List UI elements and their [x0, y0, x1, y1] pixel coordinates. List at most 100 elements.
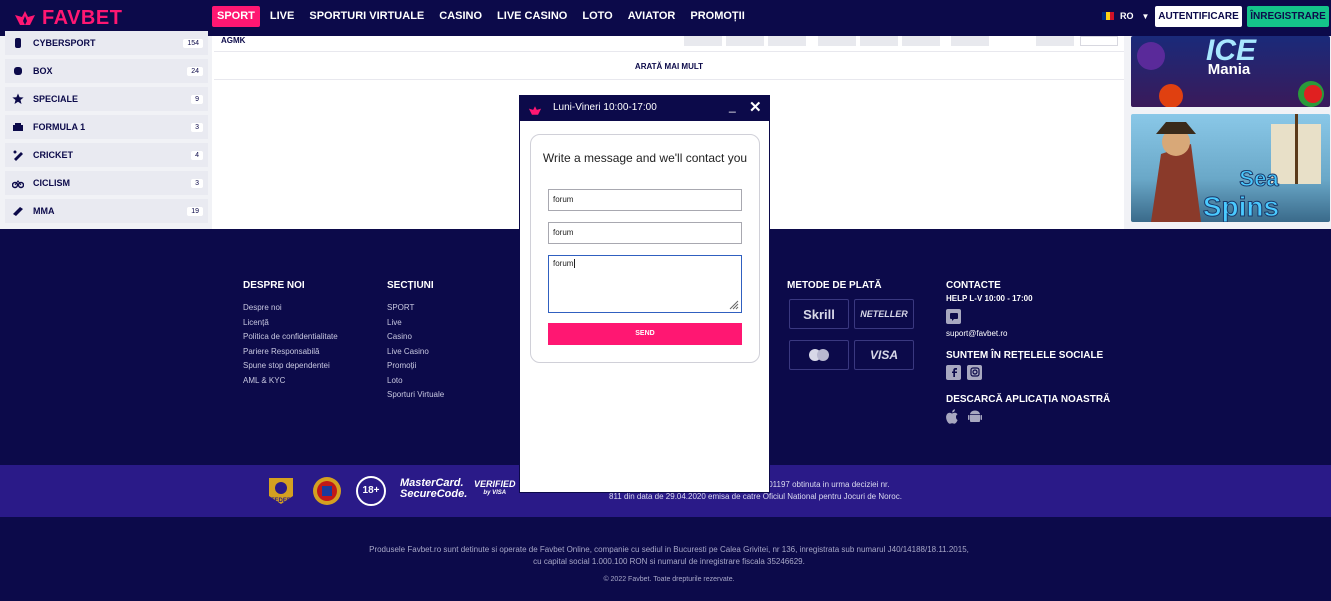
nav-loto[interactable]: LOTO	[577, 6, 617, 27]
name-field[interactable]: forum	[548, 189, 742, 211]
show-more-button[interactable]: ARATĂ MAI MULT	[214, 53, 1124, 80]
casino-banners: ICE Mania Sea Spins	[1124, 36, 1331, 229]
romania-flag-icon	[1102, 12, 1114, 20]
nav-aviator[interactable]: AVIATOR	[623, 6, 681, 27]
odd-button[interactable]	[684, 36, 722, 46]
mastercard-icon	[809, 349, 829, 361]
support-email[interactable]: suport@favbet.ro	[946, 327, 1110, 342]
sidebar-item-count: 3	[191, 178, 203, 188]
sidebar-item-speciale[interactable]: SPECIALE 9	[5, 87, 208, 111]
match-team: AGMK	[221, 36, 246, 45]
email-field[interactable]: forum	[548, 222, 742, 244]
footer-about: DESPRE NOI Despre noi Licență Politica d…	[243, 280, 338, 388]
verified-by-visa-logo: VERIFIED by VISA	[474, 479, 516, 497]
minimize-icon[interactable]: _	[729, 99, 736, 113]
banner-ice-mania[interactable]: ICE Mania	[1131, 36, 1330, 107]
social-title: SUNTEM ÎN REȚELELE SOCIALE	[946, 349, 1104, 361]
chat-header[interactable]: Luni-Vineri 10:00-17:00 _ ✕	[520, 96, 769, 121]
sidebar-item-count: 3	[191, 122, 203, 132]
sidebar-item-cricket[interactable]: CRICKET 4	[5, 143, 208, 167]
footer-contacts: CONTACTE HELP L-V 10:00 - 17:00 suport@f…	[946, 280, 1110, 429]
instagram-icon[interactable]	[967, 364, 982, 380]
mastercard-logo	[789, 340, 849, 370]
more-markets-button[interactable]	[1080, 36, 1118, 46]
message-field[interactable]: forum	[548, 255, 742, 313]
footer-contacts-title: CONTACTE	[946, 280, 1001, 291]
footer-link[interactable]: Politica de confidentialitate	[243, 330, 338, 345]
nav-casino[interactable]: CASINO	[434, 6, 487, 27]
favbet-logo-icon	[528, 103, 542, 121]
sidebar-item-formula-1[interactable]: FORMULA 1 3	[5, 115, 208, 139]
footer-link[interactable]: Despre noi	[243, 301, 338, 316]
sidebar-item-label: CRICKET	[33, 150, 73, 160]
footer-link[interactable]: Sporturi Virtuale	[387, 388, 444, 403]
sports-sidebar: CYBERSPORT 154 BOX 24 SPECIALE 9 FORMULA…	[0, 31, 212, 229]
register-button[interactable]: ÎNREGISTRARE	[1247, 6, 1329, 27]
nav-live-casino[interactable]: LIVE CASINO	[492, 6, 572, 27]
language-selector[interactable]: RO ▼	[1102, 11, 1149, 21]
social-links	[946, 364, 1110, 380]
footer-sections-title: SECȚIUNI	[387, 280, 434, 291]
logo-text: FAVBET	[42, 6, 123, 29]
match-row[interactable]: AGMK	[214, 36, 1124, 52]
sidebar-item-box[interactable]: BOX 24	[5, 59, 208, 83]
footer-link[interactable]: Casino	[387, 330, 444, 345]
apple-icon[interactable]	[946, 408, 960, 429]
sea-of-spins-banner-image: Sea Spins	[1131, 114, 1330, 222]
footer-link[interactable]: Loto	[387, 374, 444, 389]
footer-link[interactable]: Promoții	[387, 359, 444, 374]
nav-virtual-sports[interactable]: SPORTURI VIRTUALE	[304, 6, 429, 27]
footer-link[interactable]: Live	[387, 316, 444, 331]
odd-button[interactable]	[951, 36, 989, 46]
close-icon[interactable]: ✕	[749, 98, 762, 116]
age-restriction-badge: 18+	[356, 476, 386, 506]
feder-logo: FEDER	[265, 476, 297, 506]
nav-sport[interactable]: SPORT	[212, 6, 260, 27]
nav-promotions[interactable]: PROMOȚII	[685, 6, 749, 27]
footer-link[interactable]: AML & KYC	[243, 374, 338, 389]
sidebar-item-label: BOX	[33, 66, 53, 76]
resize-handle-icon[interactable]	[729, 300, 739, 310]
contact-prompt: Write a message and we'll contact you	[542, 151, 748, 165]
footer-payment: METODE DE PLATĂ	[787, 280, 882, 301]
nav-live[interactable]: LIVE	[265, 6, 299, 27]
sidebar-item-mma[interactable]: MMA 19	[5, 199, 208, 223]
sidebar-item-label: CYBERSPORT	[33, 38, 96, 48]
facebook-icon[interactable]	[946, 364, 961, 380]
send-button[interactable]: SEND	[548, 323, 742, 345]
sidebar-item-count: 19	[187, 206, 203, 216]
svg-text:FEDER: FEDER	[271, 498, 292, 504]
sidebar-item-cybersport[interactable]: CYBERSPORT 154	[5, 31, 208, 55]
odd-button[interactable]	[860, 36, 898, 46]
sidebar-item-label: FORMULA 1	[33, 122, 86, 132]
sidebar-item-ciclism[interactable]: CICLISM 3	[5, 171, 208, 195]
chevron-down-icon: ▼	[1141, 11, 1150, 21]
odd-button[interactable]	[902, 36, 940, 46]
favbet-logo[interactable]: FAVBET	[14, 7, 122, 29]
neteller-logo: NETELLER	[854, 299, 914, 329]
cricket-bat-icon	[11, 148, 25, 162]
chat-title: Luni-Vineri 10:00-17:00	[553, 102, 657, 113]
odd-button[interactable]	[1036, 36, 1074, 46]
boxing-glove-icon	[11, 64, 25, 78]
onjn-logo	[311, 476, 343, 506]
footer-link[interactable]: Spune stop dependentei	[243, 359, 338, 374]
sidebar-item-count: 9	[191, 94, 203, 104]
sidebar-item-count: 154	[183, 38, 203, 48]
star-icon	[11, 92, 25, 106]
login-button[interactable]: AUTENTIFICARE	[1155, 6, 1242, 27]
footer-link[interactable]: Live Casino	[387, 345, 444, 360]
banner-sea-of-spins[interactable]: Sea Spins	[1131, 114, 1330, 222]
footer-link[interactable]: Licență	[243, 316, 338, 331]
copyright-text: © 2022 Favbet. Toate drepturile rezervat…	[603, 576, 735, 583]
footer-link[interactable]: SPORT	[387, 301, 444, 316]
android-icon[interactable]	[968, 409, 982, 429]
language-code: RO	[1120, 11, 1134, 21]
odd-button[interactable]	[768, 36, 806, 46]
mastercard-securecode-logo: MasterCard. SecureCode.	[400, 477, 468, 500]
odd-button[interactable]	[818, 36, 856, 46]
odd-button[interactable]	[726, 36, 764, 46]
footer-link[interactable]: Pariere Responsabilă	[243, 345, 338, 360]
chat-widget: Luni-Vineri 10:00-17:00 _ ✕ Write a mess…	[519, 95, 770, 493]
chat-icon[interactable]	[946, 309, 961, 324]
